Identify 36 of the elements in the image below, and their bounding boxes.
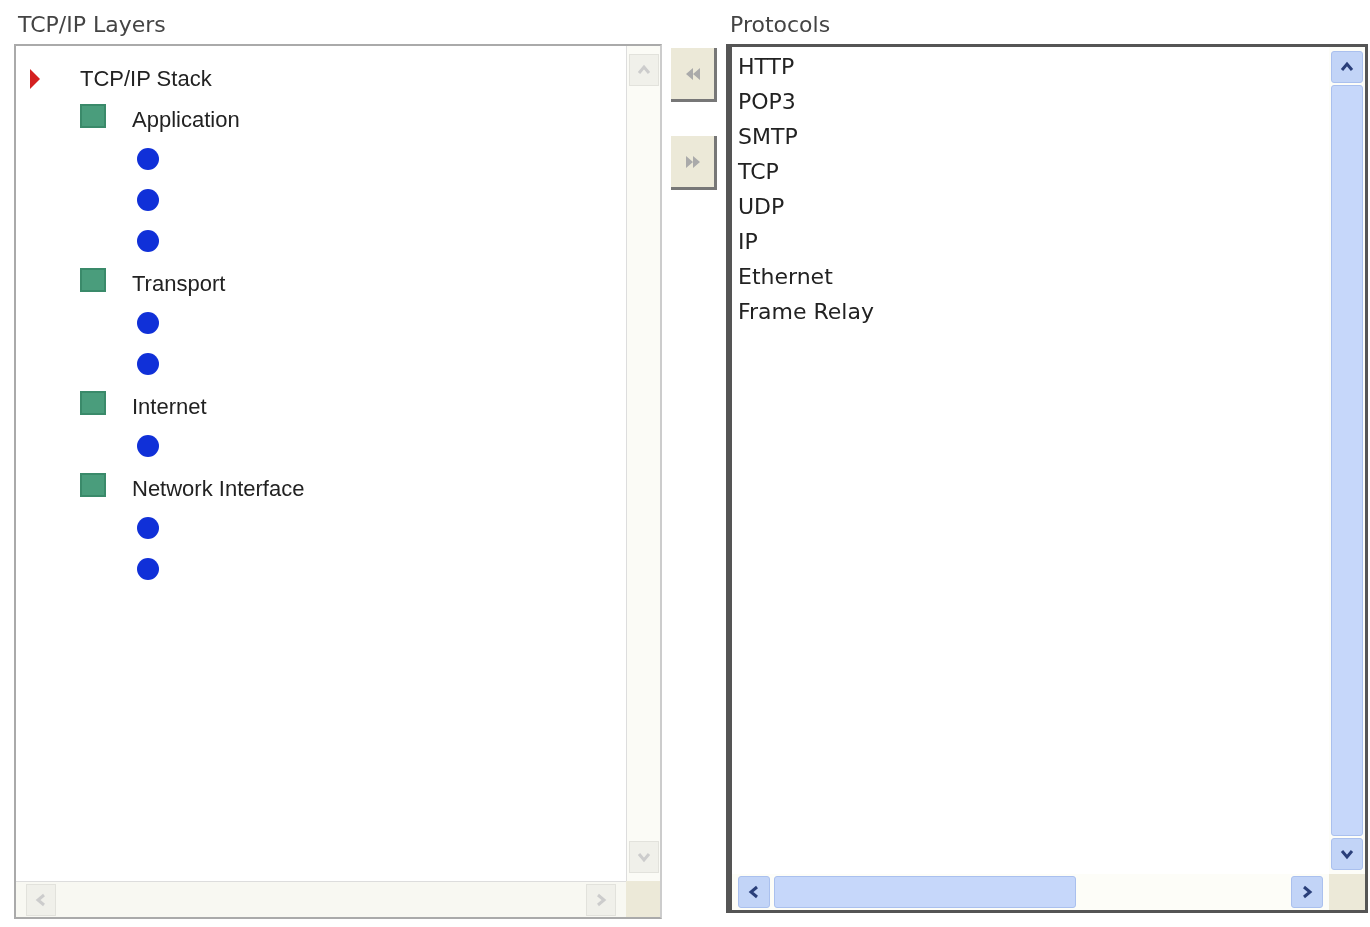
dot-icon[interactable] — [136, 556, 160, 581]
square-icon — [80, 103, 106, 128]
panel-title: TCP/IP Layers — [18, 11, 167, 39]
scrollbar-corner — [626, 881, 660, 917]
scroll-up-button[interactable] — [1331, 51, 1363, 83]
square-icon — [80, 267, 106, 292]
tree-item[interactable]: Internet — [132, 393, 207, 420]
tree-item[interactable]: Transport — [132, 270, 226, 297]
tree-item[interactable]: Application — [132, 106, 240, 133]
scrollbar-corner — [1329, 874, 1365, 910]
tree-item[interactable]: TCP/IP Stack — [80, 65, 212, 92]
dot-icon[interactable] — [136, 351, 160, 376]
scroll-left-button[interactable] — [738, 876, 770, 908]
scroll-thumb[interactable] — [1331, 85, 1363, 836]
list-item[interactable]: IP — [738, 224, 1329, 259]
list-item[interactable]: UDP — [738, 189, 1329, 224]
dot-icon[interactable] — [136, 515, 160, 540]
square-icon — [80, 390, 106, 415]
dot-icon[interactable] — [136, 228, 160, 253]
list-item[interactable]: POP3 — [738, 84, 1329, 119]
list-item[interactable]: SMTP — [738, 119, 1329, 154]
dot-icon[interactable] — [136, 187, 160, 212]
scroll-right-button[interactable] — [1291, 876, 1323, 908]
dot-icon[interactable] — [136, 146, 160, 171]
double-right-arrow-icon — [683, 153, 702, 170]
dot-icon[interactable] — [136, 310, 160, 335]
list-item[interactable]: TCP — [738, 154, 1329, 189]
tree-item[interactable]: Network Interface — [132, 475, 305, 502]
dot-icon[interactable] — [136, 433, 160, 458]
square-icon — [80, 472, 106, 497]
scroll-thumb[interactable] — [774, 876, 1076, 908]
panel-title: Protocols — [730, 11, 832, 39]
list-item[interactable]: Ethernet — [738, 259, 1329, 294]
list-item[interactable]: Frame Relay — [738, 294, 1329, 329]
list-item[interactable]: HTTP — [738, 49, 1329, 84]
scroll-down-button[interactable] — [1331, 838, 1363, 870]
